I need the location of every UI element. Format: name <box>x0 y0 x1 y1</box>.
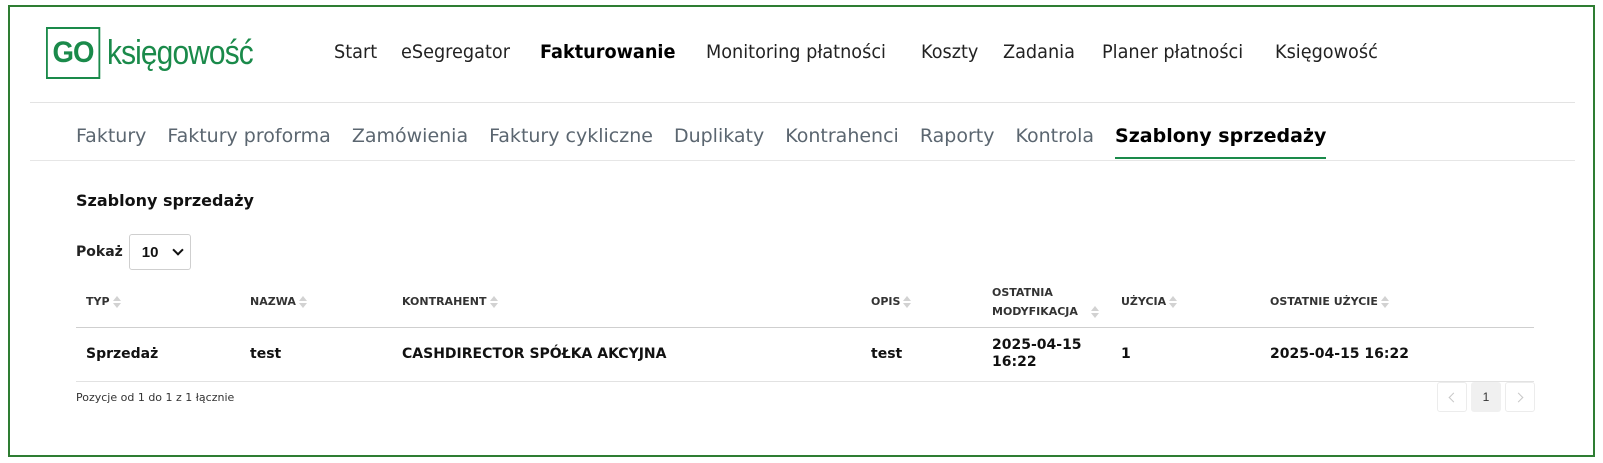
tab-faktury[interactable]: Faktury <box>76 125 146 159</box>
column-header-ostatnie-uzycie[interactable]: OSTATNIE UŻYCIE <box>1260 277 1534 328</box>
prev-page-button[interactable] <box>1437 382 1467 412</box>
cell-ostatnie-uzycie: 2025-04-15 16:22 <box>1260 327 1534 382</box>
tab-faktury-cykliczne[interactable]: Faktury cykliczne <box>489 125 653 159</box>
page-size-label: Pokaż <box>76 244 123 260</box>
chevron-left-icon <box>1448 392 1459 402</box>
main-nav-item-start[interactable]: Start <box>334 41 377 63</box>
column-header-opis[interactable]: OPIS <box>861 277 982 328</box>
page-title: Szablony sprzedaży <box>76 191 254 210</box>
tab-raporty[interactable]: Raporty <box>920 125 995 159</box>
column-header-uzycia[interactable]: UŻYCIA <box>1111 277 1260 328</box>
main-nav-item-fakturowanie[interactable]: Fakturowanie <box>540 41 675 63</box>
tab-kontrahenci[interactable]: Kontrahenci <box>785 125 899 159</box>
page-size-control: Pokaż 10 <box>76 234 191 270</box>
tab-szablony-sprzedazy[interactable]: Szablony sprzedaży <box>1115 125 1327 159</box>
cell-ostatnia-modyfikacja: 2025-04-15 16:22 <box>982 327 1111 382</box>
logo-text: księgowość <box>106 34 254 72</box>
sort-icon <box>1169 296 1178 309</box>
tab-kontrola[interactable]: Kontrola <box>1015 125 1094 159</box>
chevron-down-icon <box>172 244 184 256</box>
logo-go-box: GO <box>46 27 100 79</box>
page-size-select[interactable]: 10 <box>128 234 191 270</box>
sort-icon <box>489 296 498 309</box>
cell-uzycia: 1 <box>1111 327 1260 382</box>
column-header-typ[interactable]: TYP <box>76 277 240 328</box>
column-header-nazwa[interactable]: NAZWA <box>240 277 392 328</box>
cell-typ: Sprzedaż <box>76 327 240 382</box>
main-nav-item-planer-platnosci[interactable]: Planer płatności <box>1102 41 1243 63</box>
templates-table: TYP NAZWA KONTRAHENT OPIS OSTATNIA MODYF… <box>76 277 1534 382</box>
main-nav-item-zadania[interactable]: Zadania <box>1003 41 1075 63</box>
sort-icon <box>112 296 121 309</box>
sort-icon <box>903 296 912 309</box>
column-header-ostatnia-modyfikacja[interactable]: OSTATNIA MODYFIKACJA <box>982 277 1111 328</box>
table-header-row: TYP NAZWA KONTRAHENT OPIS OSTATNIA MODYF… <box>76 277 1534 328</box>
sort-icon <box>298 296 307 309</box>
sort-icon <box>1091 305 1099 318</box>
main-nav-item-monitoring-platnosci[interactable]: Monitoring płatności <box>706 41 886 63</box>
tab-duplikaty[interactable]: Duplikaty <box>674 125 764 159</box>
app-frame: GO księgowość Start eSegregator Fakturowan… <box>8 5 1595 457</box>
tab-faktury-proforma[interactable]: Faktury proforma <box>167 125 330 159</box>
table-row[interactable]: Sprzedaż test CASHDIRECTOR SPÓŁKA AKCYJN… <box>76 327 1534 382</box>
logo[interactable]: GO księgowość <box>46 25 272 81</box>
cell-nazwa: test <box>240 327 392 382</box>
column-header-kontrahent[interactable]: KONTRAHENT <box>392 277 861 328</box>
main-nav-item-esegregator[interactable]: eSegregator <box>401 41 510 63</box>
page-button-current[interactable]: 1 <box>1471 382 1501 412</box>
main-nav-item-koszty[interactable]: Koszty <box>921 41 978 63</box>
chevron-right-icon <box>1513 392 1524 402</box>
header-divider <box>30 102 1575 103</box>
cell-opis: test <box>861 327 982 382</box>
pagination-info: Pozycje od 1 do 1 z 1 łącznie <box>76 391 235 404</box>
main-nav: Start eSegregator Fakturowanie Monitoring p… <box>334 41 1406 63</box>
pagination: 1 <box>1437 382 1535 412</box>
main-nav-item-ksiegowosc[interactable]: Księgowość <box>1275 41 1378 63</box>
page-size-value: 10 <box>141 243 159 261</box>
next-page-button[interactable] <box>1505 382 1535 412</box>
subnav-divider <box>30 160 1575 161</box>
tab-zamowienia[interactable]: Zamówienia <box>352 125 468 159</box>
cell-kontrahent: CASHDIRECTOR SPÓŁKA AKCYJNA <box>392 327 861 382</box>
sort-icon <box>1380 296 1389 309</box>
sub-nav: Faktury Faktury proforma Zamówienia Faktury… <box>76 125 1347 159</box>
